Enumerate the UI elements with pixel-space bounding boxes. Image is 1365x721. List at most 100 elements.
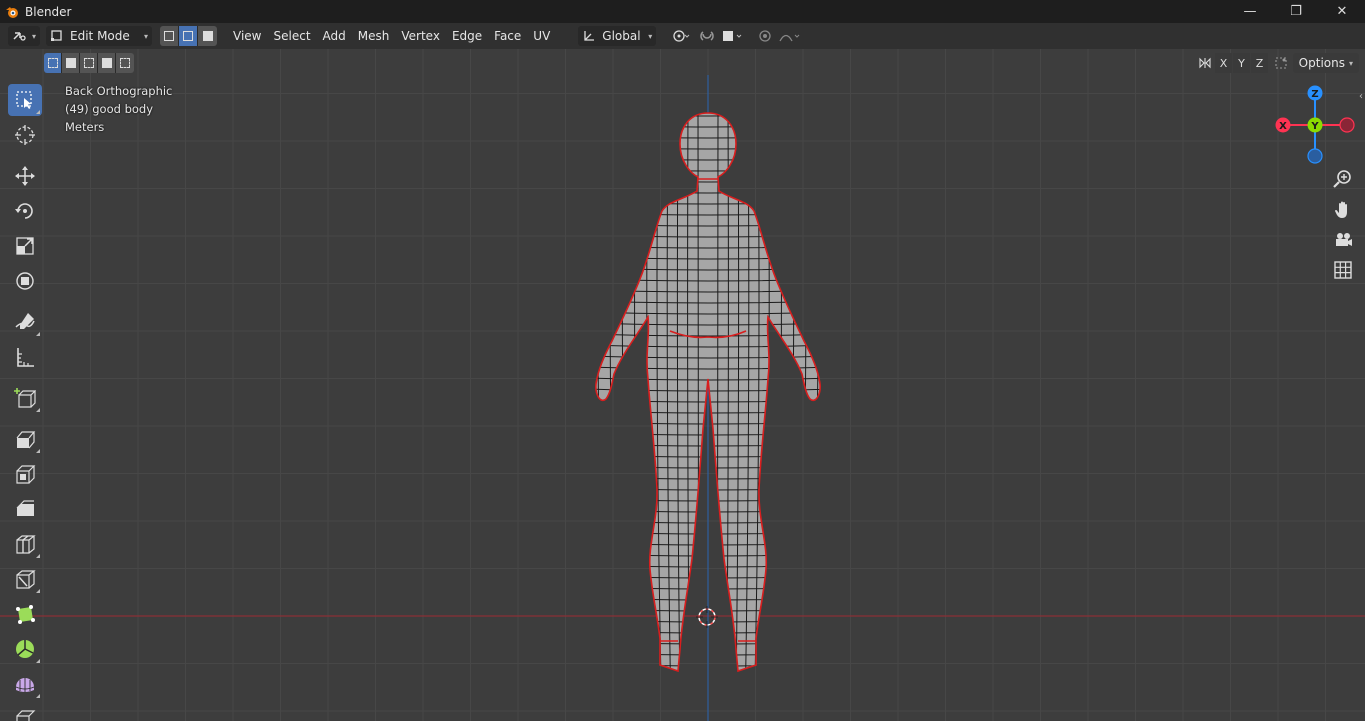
proportional-falloff-dropdown[interactable] xyxy=(776,26,804,46)
menu-edge[interactable]: Edge xyxy=(446,26,488,46)
options-label: Options xyxy=(1298,56,1345,70)
tool-poly-build[interactable] xyxy=(8,598,42,630)
menu-vertex[interactable]: Vertex xyxy=(395,26,446,46)
tool-spin[interactable] xyxy=(8,633,42,665)
tool-annotate[interactable] xyxy=(8,306,42,338)
tool-extrude[interactable] xyxy=(8,423,42,455)
menu-mesh[interactable]: Mesh xyxy=(352,26,396,46)
spin-icon xyxy=(16,640,34,658)
minimize-button[interactable]: — xyxy=(1227,0,1273,23)
perspective-toggle-button[interactable] xyxy=(1329,256,1357,284)
transform-orientation-dropdown[interactable]: Global ▾ xyxy=(578,26,657,46)
tool-knife[interactable] xyxy=(8,563,42,595)
gizmo-neg-z-axis[interactable] xyxy=(1307,148,1323,164)
mode-dropdown[interactable]: Edit Mode ▾ xyxy=(46,26,153,46)
tool-move[interactable] xyxy=(8,160,42,192)
pivot-point-icon xyxy=(673,30,690,42)
pivot-point-dropdown[interactable] xyxy=(666,26,696,46)
gizmo-neg-x-axis[interactable] xyxy=(1339,117,1355,133)
3d-cursor-icon[interactable] xyxy=(696,606,718,628)
proportional-edit-icon xyxy=(759,30,771,42)
tool-shelf xyxy=(8,84,48,721)
gizmo-x-label: X xyxy=(1279,121,1287,132)
tool-variants-indicator xyxy=(36,332,40,336)
edge-select-button[interactable] xyxy=(179,26,199,46)
select-extend-button[interactable] xyxy=(62,53,80,73)
auto-merge-toggle[interactable] xyxy=(1272,53,1290,73)
select-intersect-button[interactable] xyxy=(116,53,134,73)
tool-variants-indicator xyxy=(36,589,40,593)
select-invert-button[interactable] xyxy=(98,53,116,73)
menu-add[interactable]: Add xyxy=(317,26,352,46)
tool-select-box[interactable] xyxy=(8,84,42,116)
tool-variants-indicator xyxy=(36,110,40,114)
tool-variants-indicator xyxy=(36,449,40,453)
select-new-button[interactable] xyxy=(44,53,62,73)
knife-icon xyxy=(16,570,36,589)
mesh-object[interactable] xyxy=(0,49,1365,721)
tool-shear[interactable] xyxy=(8,703,42,721)
window-title: Blender xyxy=(25,4,72,19)
proportional-edit-toggle[interactable] xyxy=(754,26,776,46)
options-dropdown[interactable]: Options ▾ xyxy=(1292,53,1359,73)
object-name: (49) good body xyxy=(65,102,154,116)
mirror-axis-button[interactable] xyxy=(1196,53,1214,73)
tool-variants-indicator xyxy=(36,659,40,663)
select-invert-icon xyxy=(101,58,112,68)
vertex-select-icon xyxy=(164,31,175,41)
camera-icon xyxy=(1336,233,1352,246)
editor-type-dropdown[interactable]: ▾ xyxy=(8,26,41,46)
vertex-select-button[interactable] xyxy=(160,26,180,46)
face-select-button[interactable] xyxy=(198,26,218,46)
tool-variants-indicator xyxy=(36,694,40,698)
menu-view[interactable]: View xyxy=(227,26,267,46)
annotate-icon xyxy=(15,313,35,329)
mirror-z-toggle[interactable]: Z xyxy=(1251,53,1268,73)
cursor-icon xyxy=(15,125,35,145)
tool-measure[interactable] xyxy=(8,341,42,373)
select-subtract-button[interactable] xyxy=(80,53,98,73)
butterfly-mirror-icon xyxy=(1199,57,1211,69)
mirror-y-toggle[interactable]: Y xyxy=(1233,53,1250,73)
viewport-info-overlay: Back Orthographic (49) good body Meters xyxy=(65,82,172,136)
maximize-button[interactable]: ❐ xyxy=(1273,0,1319,23)
tool-transform[interactable] xyxy=(8,265,42,297)
tool-loop-cut[interactable] xyxy=(8,528,42,560)
zoom-icon xyxy=(1333,170,1351,188)
snap-target-dropdown[interactable] xyxy=(718,26,748,46)
auto-merge-icon xyxy=(1275,57,1287,69)
menu-face[interactable]: Face xyxy=(488,26,527,46)
camera-view-button[interactable] xyxy=(1329,226,1357,254)
menu-uv[interactable]: UV xyxy=(527,26,556,46)
inset-icon xyxy=(16,465,36,484)
gizmo-y-label: Y xyxy=(1310,121,1319,132)
tool-variants-indicator xyxy=(36,554,40,558)
navigation-gizmo[interactable]: Z X Y xyxy=(1270,81,1360,167)
magnet-icon xyxy=(700,31,714,41)
close-button[interactable]: ✕ xyxy=(1319,0,1365,23)
edit-mode-icon xyxy=(51,30,62,41)
chevron-down-icon: ▾ xyxy=(1348,58,1353,68)
tool-add-cube[interactable] xyxy=(8,382,42,414)
tool-inset[interactable] xyxy=(8,458,42,490)
tool-variants-indicator xyxy=(36,408,40,412)
measure-icon xyxy=(17,348,34,367)
tool-rotate[interactable] xyxy=(8,195,42,227)
scale-icon xyxy=(16,237,34,255)
tool-bevel[interactable] xyxy=(8,493,42,525)
tool-cursor[interactable] xyxy=(8,119,42,151)
units-label: Meters xyxy=(65,120,105,134)
mirror-x-toggle[interactable]: X xyxy=(1215,53,1232,73)
zoom-button[interactable] xyxy=(1329,165,1357,193)
menu-select[interactable]: Select xyxy=(268,26,317,46)
snap-increment-icon xyxy=(723,31,742,41)
tool-scale[interactable] xyxy=(8,230,42,262)
sidebar-toggle-icon[interactable]: ‹ xyxy=(1359,91,1363,102)
select-new-icon xyxy=(47,58,58,68)
snap-toggle[interactable] xyxy=(696,26,718,46)
pan-button[interactable] xyxy=(1329,196,1357,224)
shear-icon xyxy=(16,710,36,721)
3d-viewport[interactable]: X Y Z Options ▾ Back Orthographic (49) g… xyxy=(0,49,1365,721)
select-box-icon xyxy=(16,91,32,109)
tool-smooth[interactable] xyxy=(8,668,42,700)
